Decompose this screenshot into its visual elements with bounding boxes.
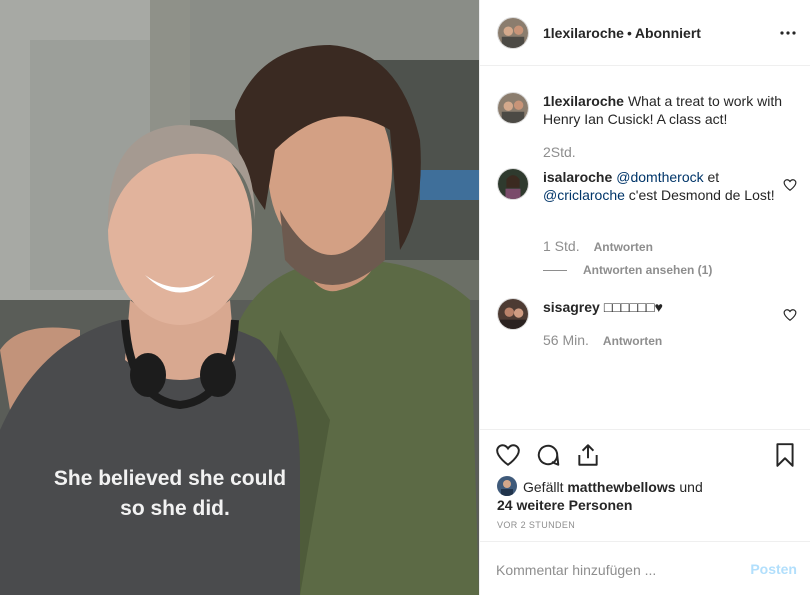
comment-text: et bbox=[703, 169, 720, 185]
post-sidebar: 1lexilaroche • Abonniert 1lexilaroche What … bbox=[479, 0, 810, 595]
comment-username[interactable]: isalaroche bbox=[543, 169, 612, 185]
caption-username[interactable]: 1lexilaroche bbox=[543, 93, 624, 109]
like-comment-heart-icon[interactable] bbox=[783, 178, 797, 192]
liker-avatar[interactable] bbox=[497, 476, 517, 496]
comment-text: c'est Desmond de Lost! bbox=[624, 187, 775, 203]
share-icon[interactable] bbox=[575, 442, 601, 468]
caption-avatar[interactable] bbox=[497, 92, 529, 124]
comment-body: sisagrey □□□□□□♥ bbox=[543, 298, 783, 316]
comment-username[interactable]: sisagrey bbox=[543, 299, 600, 315]
photo-illustration: She believed she could so she did. bbox=[0, 0, 479, 595]
mention-link[interactable]: @domtherock bbox=[616, 169, 703, 185]
reply-button[interactable]: Antworten bbox=[603, 334, 662, 348]
comment-text: □□□□□□♥ bbox=[603, 299, 663, 315]
view-replies-label: Antworten ansehen (1) bbox=[583, 263, 713, 277]
comment-meta: 56 Min. Antworten bbox=[543, 332, 662, 348]
shirt-text-line1: She believed she could bbox=[54, 467, 286, 490]
comment-icon[interactable] bbox=[535, 442, 561, 468]
caption-body: 1lexilaroche What a treat to work with He… bbox=[543, 92, 783, 128]
comment-time: 1 Std. bbox=[543, 238, 580, 254]
comments-section: 1lexilaroche What a treat to work with He… bbox=[480, 66, 810, 429]
header-separator: • bbox=[626, 25, 632, 41]
post-timestamp[interactable]: VOR 2 STUNDEN bbox=[497, 520, 575, 530]
commenter-avatar[interactable] bbox=[497, 298, 529, 330]
add-comment-bar: Posten bbox=[480, 541, 810, 595]
like-comment-heart-icon[interactable] bbox=[783, 308, 797, 322]
likes-prefix: Gefällt bbox=[523, 479, 564, 495]
heart-icon[interactable] bbox=[495, 442, 521, 468]
author-username[interactable]: 1lexilaroche bbox=[543, 25, 624, 41]
reply-button[interactable]: Antworten bbox=[594, 240, 653, 254]
view-replies-button[interactable]: Antworten ansehen (1) bbox=[543, 263, 712, 277]
liker-username[interactable]: matthewbellows bbox=[567, 479, 675, 495]
more-horizontal-icon[interactable] bbox=[779, 26, 797, 40]
comment-time: 56 Min. bbox=[543, 332, 589, 348]
post-actions: Gefällt matthewbellows und 24 weitere Pe… bbox=[480, 429, 810, 541]
header-text: 1lexilaroche • Abonniert bbox=[543, 25, 701, 41]
likes-summary: Gefällt matthewbellows und 24 weitere Pe… bbox=[497, 476, 703, 514]
post-photo[interactable]: She believed she could so she did. bbox=[0, 0, 479, 595]
replies-divider bbox=[543, 270, 567, 272]
instagram-post: She believed she could so she did. 1lexi… bbox=[0, 0, 810, 595]
post-comment-button[interactable]: Posten bbox=[750, 561, 797, 577]
comment-body: isalaroche @domtherock et @criclaroche c'… bbox=[543, 168, 783, 204]
bookmark-icon[interactable] bbox=[772, 442, 798, 468]
other-likers-link[interactable]: 24 weitere Personen bbox=[497, 497, 632, 513]
shirt-text-line2: so she did. bbox=[120, 497, 230, 520]
follow-state[interactable]: Abonniert bbox=[635, 25, 701, 41]
comment-input[interactable] bbox=[496, 560, 726, 580]
likes-mid: und bbox=[679, 479, 703, 495]
comment-item: isalaroche @domtherock et @criclaroche c'… bbox=[497, 168, 797, 280]
comment-meta: 1 Std. Antworten bbox=[543, 238, 653, 254]
commenter-avatar[interactable] bbox=[497, 168, 529, 200]
caption-time: 2Std. bbox=[543, 144, 576, 160]
comment-item: sisagrey □□□□□□♥ 56 Min. Antworten bbox=[497, 298, 797, 358]
author-avatar[interactable] bbox=[497, 17, 529, 49]
post-header: 1lexilaroche • Abonniert bbox=[480, 0, 810, 66]
mention-link[interactable]: @criclaroche bbox=[543, 187, 625, 203]
